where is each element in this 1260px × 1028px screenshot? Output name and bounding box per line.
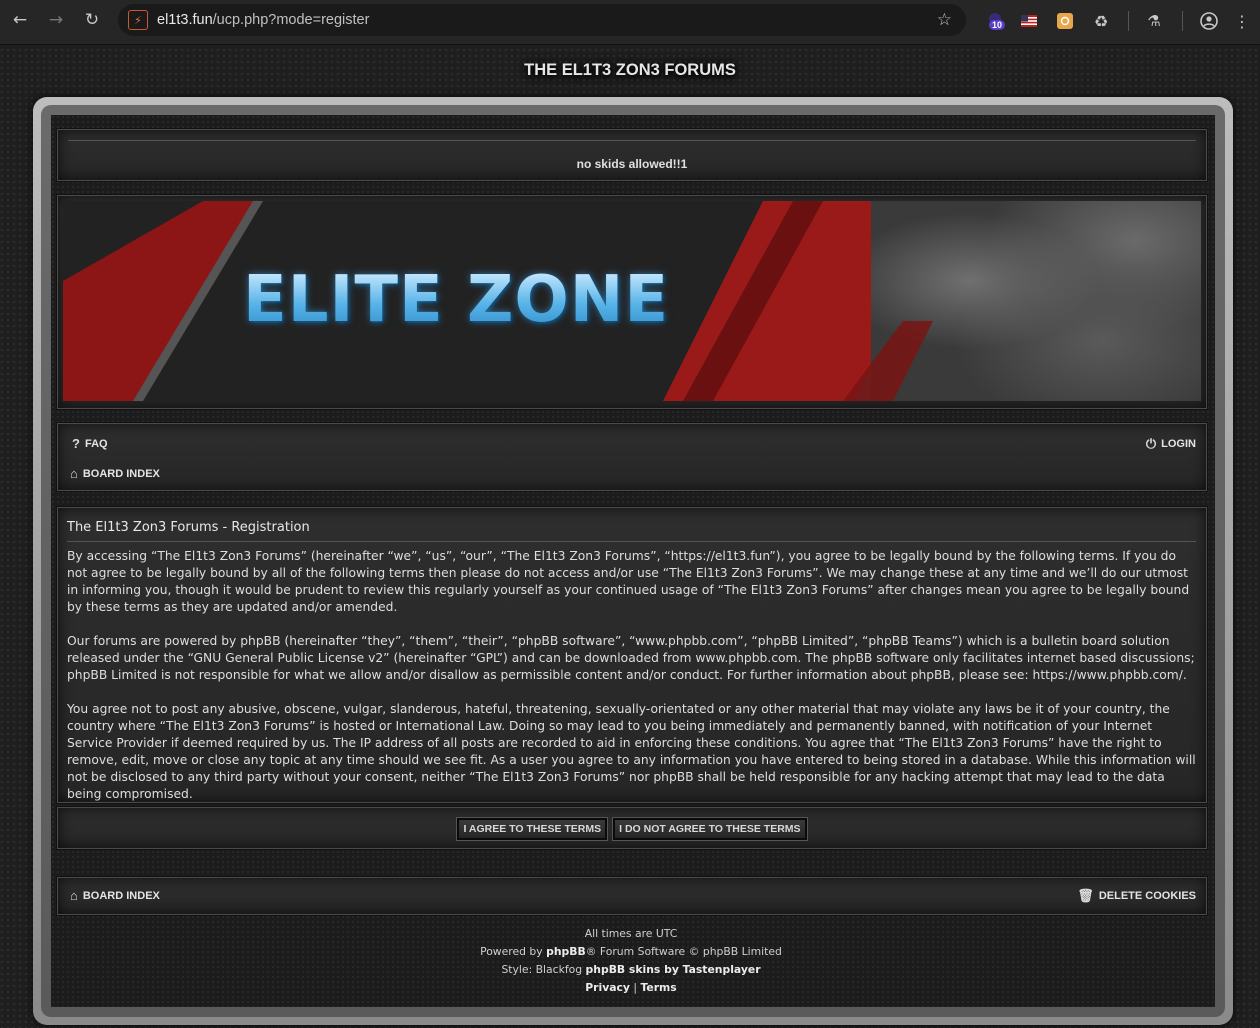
- trash-icon: 🗑: [1077, 888, 1094, 903]
- style-credit-link[interactable]: phpBB skins by Tastenplayer: [586, 963, 761, 976]
- flag-icon[interactable]: [1020, 10, 1038, 32]
- navbar-panel: ? FAQ ⏻ LOGIN ⌂ BOARD INDEX: [57, 423, 1207, 491]
- banner-panel: ELITE ZONE: [57, 195, 1207, 409]
- delete-cookies-label: DELETE COOKIES: [1098, 890, 1196, 902]
- page-frame-inner: no skids allowed!!1 ELITE ZONE ? FAQ ⏻ L…: [41, 105, 1225, 1017]
- phpbb-link[interactable]: phpBB: [546, 945, 586, 958]
- url-text[interactable]: el1t3.fun/ucp.php?mode=register: [157, 12, 369, 28]
- address-bar[interactable]: ⚡ el1t3.fun/ucp.php?mode=register ☆: [118, 4, 966, 36]
- extensions-puzzle-icon[interactable]: ♻: [1090, 10, 1112, 32]
- site-description-panel: no skids allowed!!1: [57, 129, 1207, 181]
- board-index-label: BOARD INDEX: [82, 467, 160, 480]
- terms-paragraph: You agree not to post any abusive, obsce…: [67, 702, 1196, 801]
- registration-heading: The El1t3 Zon3 Forums - Registration: [67, 520, 310, 535]
- power-icon: ⏻: [1145, 436, 1157, 451]
- menu-kebab-icon[interactable]: ⋮: [1234, 10, 1250, 32]
- login-link[interactable]: ⏻ LOGIN: [1146, 436, 1196, 452]
- labs-flask-icon[interactable]: ⚗: [1144, 10, 1164, 32]
- delete-cookies-link[interactable]: 🗑 DELETE COOKIES: [1077, 888, 1196, 904]
- powered-prefix: Powered by: [480, 945, 547, 958]
- banner-logo-text: ELITE ZONE: [243, 263, 670, 337]
- browser-toolbar: ← → ↻ ⚡ el1t3.fun/ucp.php?mode=register …: [0, 0, 1260, 45]
- privacy-link[interactable]: Privacy: [585, 981, 630, 994]
- page-content: no skids allowed!!1 ELITE ZONE ? FAQ ⏻ L…: [51, 115, 1215, 1007]
- registration-terms-panel: The El1t3 Zon3 Forums - Registration By …: [57, 507, 1207, 803]
- divider: [68, 140, 1196, 141]
- login-label: LOGIN: [1161, 438, 1196, 450]
- powered-by-line: Powered by phpBB® Forum Software © phpBB…: [57, 943, 1205, 961]
- style-prefix: Style: Blackfog: [501, 963, 586, 976]
- profile-avatar-icon[interactable]: [1198, 10, 1220, 32]
- extension-orange-icon[interactable]: [1056, 10, 1074, 32]
- home-icon: ⌂: [70, 888, 78, 903]
- terms-text: By accessing “The El1t3 Zon3 Forums” (he…: [67, 548, 1196, 820]
- terms-paragraph: By accessing “The El1t3 Zon3 Forums” (he…: [67, 549, 1190, 614]
- site-logo-banner[interactable]: ELITE ZONE: [63, 201, 1201, 401]
- footer-board-index-label: BOARD INDEX: [82, 889, 160, 902]
- toolbar-divider: [1128, 11, 1129, 31]
- forward-arrow-icon[interactable]: →: [38, 2, 74, 38]
- site-title: THE EL1T3 ZON3 FORUMS: [524, 61, 736, 79]
- reload-icon[interactable]: ↻: [74, 2, 110, 38]
- disagree-button[interactable]: I DO NOT AGREE TO THESE TERMS: [612, 817, 808, 841]
- back-arrow-icon[interactable]: ←: [2, 2, 38, 38]
- page-frame: no skids allowed!!1 ELITE ZONE ? FAQ ⏻ L…: [33, 97, 1233, 1025]
- terms-link[interactable]: Terms: [640, 981, 676, 994]
- site-description: no skids allowed!!1: [576, 157, 688, 171]
- agree-button[interactable]: I AGREE TO THESE TERMS: [456, 817, 609, 841]
- faq-link[interactable]: ? FAQ: [72, 436, 108, 451]
- url-domain: el1t3.fun: [157, 12, 213, 28]
- footer-board-index-link[interactable]: ⌂ BOARD INDEX: [70, 888, 160, 903]
- timezone-note: All times are UTC: [584, 927, 678, 940]
- button-row: I AGREE TO THESE TERMS I DO NOT AGREE TO…: [58, 817, 1206, 841]
- terms-paragraph: Our forums are powered by phpBB (hereina…: [67, 634, 1195, 682]
- board-index-link[interactable]: ⌂ BOARD INDEX: [70, 466, 160, 481]
- bookmark-star-icon[interactable]: ☆: [937, 10, 952, 30]
- extension-badge: 10: [989, 20, 1006, 30]
- toolbar-divider: [1182, 11, 1183, 31]
- agreement-buttons-panel: I AGREE TO THESE TERMS I DO NOT AGREE TO…: [57, 807, 1207, 849]
- home-icon: ⌂: [70, 466, 78, 481]
- divider: [67, 541, 1196, 542]
- site-favicon-icon: ⚡: [128, 10, 148, 30]
- powered-suffix: ® Forum Software © phpBB Limited: [585, 945, 782, 958]
- page-footer: All times are UTC Powered by phpBB® Foru…: [57, 925, 1205, 997]
- url-path: /ucp.php?mode=register: [212, 12, 370, 28]
- footer-links: Privacy | Terms: [57, 979, 1205, 997]
- footer-navbar-panel: ⌂ BOARD INDEX 🗑 DELETE COOKIES: [57, 877, 1207, 915]
- question-mark-icon: ?: [72, 436, 80, 451]
- footer-separator: |: [633, 981, 638, 994]
- faq-label: FAQ: [84, 437, 108, 450]
- style-credit-line: Style: Blackfog phpBB skins by Tastenpla…: [57, 961, 1205, 979]
